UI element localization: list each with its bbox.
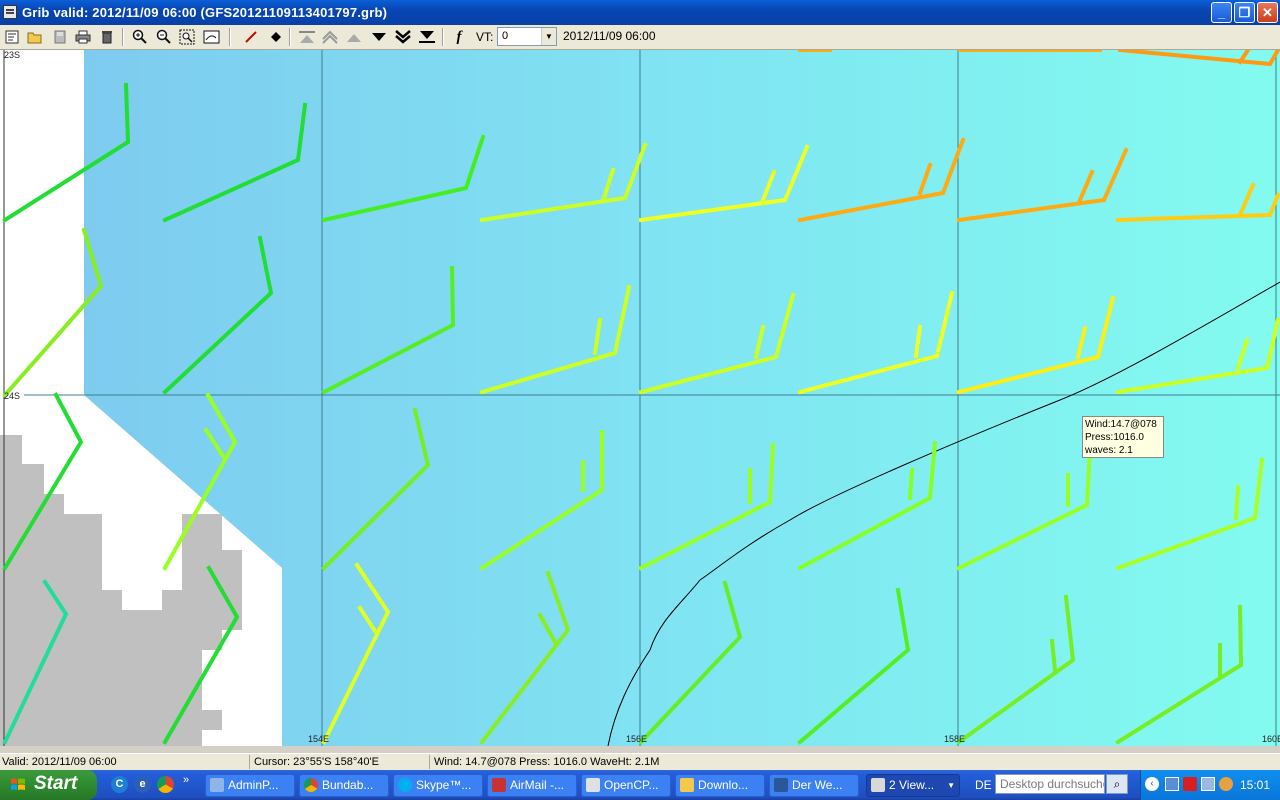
previous-step-double-icon[interactable] <box>321 28 339 46</box>
search-icon[interactable]: ⌕ <box>1106 774 1128 794</box>
delete-icon[interactable] <box>98 28 116 46</box>
start-button[interactable]: Start <box>0 770 97 800</box>
close-button[interactable]: ✕ <box>1257 2 1278 23</box>
app-icon[interactable] <box>3 5 17 19</box>
toolbar-separator <box>229 28 231 46</box>
next-step-icon[interactable] <box>370 28 388 46</box>
save-icon[interactable] <box>51 28 69 46</box>
browser-icon[interactable]: e <box>134 776 151 793</box>
chevron-right-icon[interactable]: » <box>183 774 189 786</box>
chevron-down-icon[interactable]: ▼ <box>541 28 556 45</box>
tooltip-press: Press:1016.0 <box>1085 432 1144 443</box>
task-downloads[interactable]: Downlo... <box>675 774 765 797</box>
toolbar-separator <box>442 28 444 46</box>
vt-select[interactable]: 0 ▼ <box>497 27 557 46</box>
task-adminp[interactable]: AdminP... <box>205 774 295 797</box>
network-icon[interactable] <box>1165 777 1179 791</box>
lat-label-24s: 24S <box>4 391 20 401</box>
skype-icon <box>398 778 412 792</box>
compass-icon <box>586 778 600 792</box>
grib-map[interactable]: 23S 24S 154E 156E 158E 160E <box>0 50 1280 746</box>
vt-label: VT: <box>476 30 494 44</box>
last-time-icon[interactable] <box>418 28 436 46</box>
tray-app-icon[interactable] <box>1219 777 1233 791</box>
clock[interactable]: 15:01 <box>1240 778 1270 792</box>
task-der-we[interactable]: Der We... <box>769 774 859 797</box>
taskbar: Start C e » AdminP... Bundab... Skype™..… <box>0 770 1280 800</box>
print-icon[interactable] <box>74 28 92 46</box>
chrome-icon <box>304 778 318 792</box>
zoom-in-icon[interactable] <box>131 28 149 46</box>
minimize-button[interactable]: _ <box>1211 2 1232 23</box>
lon-label-154e: 154E <box>308 734 329 744</box>
lon-label-158e: 158E <box>944 734 965 744</box>
window-title: Grib valid: 2012/11/09 06:00 (GFS2012110… <box>22 5 388 20</box>
toolbar-separator <box>122 28 124 46</box>
monitor-icon[interactable] <box>1201 777 1215 791</box>
document-icon <box>210 778 224 792</box>
word-icon <box>774 778 788 792</box>
windows-flag-icon <box>11 778 25 790</box>
status-valid: Valid: 2012/11/09 06:00 <box>0 755 250 769</box>
start-label: Start <box>34 773 78 794</box>
zoom-box-icon[interactable] <box>178 28 196 46</box>
window-group-icon <box>871 778 885 792</box>
ccleaner-icon[interactable]: C <box>111 776 128 793</box>
system-tray: ‹ 15:01 <box>1140 770 1280 800</box>
status-cursor: Cursor: 23°55'S 158°40'E <box>252 755 430 769</box>
status-readout: Wind: 14.7@078 Press: 1016.0 WaveHt: 2.1… <box>434 756 660 768</box>
airmail-icon <box>492 778 506 792</box>
language-indicator[interactable]: DE <box>975 778 992 792</box>
vt-time: 2012/11/09 06:00 <box>563 29 656 43</box>
lat-label-23s: 23S <box>4 50 20 60</box>
antivirus-icon[interactable] <box>1183 777 1197 791</box>
task-bundab[interactable]: Bundab... <box>299 774 389 797</box>
task-skype[interactable]: Skype™... <box>393 774 483 797</box>
next-step-double-icon[interactable] <box>394 28 412 46</box>
task-airmail[interactable]: AirMail -... <box>487 774 577 797</box>
tooltip-wind: Wind:14.7@078 <box>1085 419 1157 430</box>
map-canvas[interactable]: 23S 24S 154E 156E 158E 160E <box>0 50 1280 746</box>
new-icon[interactable] <box>3 28 21 46</box>
lon-label-160e: 160E <box>1262 734 1280 744</box>
chevron-left-icon[interactable]: ‹ <box>1145 777 1159 791</box>
draw-line-icon[interactable] <box>242 28 260 46</box>
zoom-out-icon[interactable] <box>155 28 173 46</box>
open-folder-icon[interactable] <box>26 28 44 46</box>
lon-label-156e: 156E <box>626 734 647 744</box>
title-bar: Grib valid: 2012/11/09 06:00 (GFS2012110… <box>0 0 1280 25</box>
chrome-icon[interactable] <box>157 776 174 793</box>
vt-select-value: 0 <box>502 30 509 42</box>
tooltip-waves: waves: 2.1 <box>1085 445 1133 456</box>
chart-window-icon[interactable] <box>203 28 221 46</box>
toolbar: f VT: 0 ▼ 2012/11/09 06:00 <box>0 25 1280 50</box>
chevron-down-icon: ▼ <box>947 781 955 790</box>
task-2-view[interactable]: 2 View... ▼ <box>866 774 960 797</box>
first-time-icon[interactable] <box>298 28 316 46</box>
toolbar-separator <box>289 28 291 46</box>
task-opencpn[interactable]: OpenCP... <box>581 774 671 797</box>
desktop-search-input[interactable]: Desktop durchsuchen <box>995 774 1105 794</box>
status-bar: Valid: 2012/11/09 06:00 Cursor: 23°55'S … <box>0 753 1280 770</box>
data-tooltip: Wind:14.7@078 Press:1016.0 waves: 2.1 <box>1082 416 1164 458</box>
maximize-button[interactable]: ❐ <box>1234 2 1255 23</box>
function-icon[interactable]: f <box>450 28 468 46</box>
previous-step-icon[interactable] <box>345 28 363 46</box>
folder-icon <box>680 778 694 792</box>
waypoint-diamond-icon[interactable] <box>267 28 285 46</box>
